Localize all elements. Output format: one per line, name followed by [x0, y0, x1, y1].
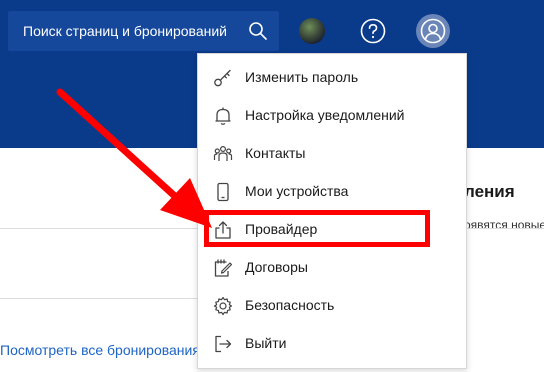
menu-item-label: Изменить пароль	[245, 69, 359, 85]
divider	[0, 298, 200, 299]
menu-item-security[interactable]: Безопасность	[198, 289, 466, 323]
contract-icon	[214, 259, 233, 277]
contacts-icon	[213, 145, 233, 161]
search-icon[interactable]	[248, 21, 268, 41]
help-icon[interactable]	[360, 18, 386, 44]
bell-icon	[215, 107, 231, 125]
card-heading: ления	[464, 182, 515, 201]
menu-item-contracts[interactable]: Договоры	[198, 251, 466, 285]
user-icon	[420, 18, 446, 44]
menu-item-logout[interactable]: Выйти	[198, 327, 466, 361]
search-box[interactable]: Поиск страниц и бронирований	[8, 11, 279, 51]
region-avatar-icon[interactable]	[299, 18, 325, 44]
phone-icon	[217, 182, 229, 202]
menu-item-contacts[interactable]: Контакты	[198, 137, 466, 171]
menu-item-label: Контакты	[245, 145, 306, 161]
menu-item-change-password[interactable]: Изменить пароль	[198, 61, 466, 95]
key-icon	[214, 69, 231, 87]
card-subtext: оявятся новые	[464, 218, 544, 232]
menu-item-my-devices[interactable]: Мои устройства	[198, 175, 466, 209]
menu-item-notifications[interactable]: Настройка уведомлений	[198, 99, 466, 133]
search-input[interactable]: Поиск страниц и бронирований	[23, 23, 227, 39]
view-all-bookings-link[interactable]: Посмотреть все бронирования	[0, 342, 200, 358]
menu-item-label: Мои устройства	[245, 183, 349, 199]
menu-item-label: Договоры	[245, 259, 308, 275]
menu-item-label: Настройка уведомлений	[245, 107, 405, 123]
logout-icon	[215, 335, 232, 353]
gear-icon	[213, 296, 233, 316]
annotation-highlight-box	[204, 210, 430, 247]
menu-item-label: Безопасность	[245, 297, 335, 313]
user-menu-button[interactable]	[416, 14, 450, 48]
menu-item-label: Выйти	[245, 335, 287, 351]
